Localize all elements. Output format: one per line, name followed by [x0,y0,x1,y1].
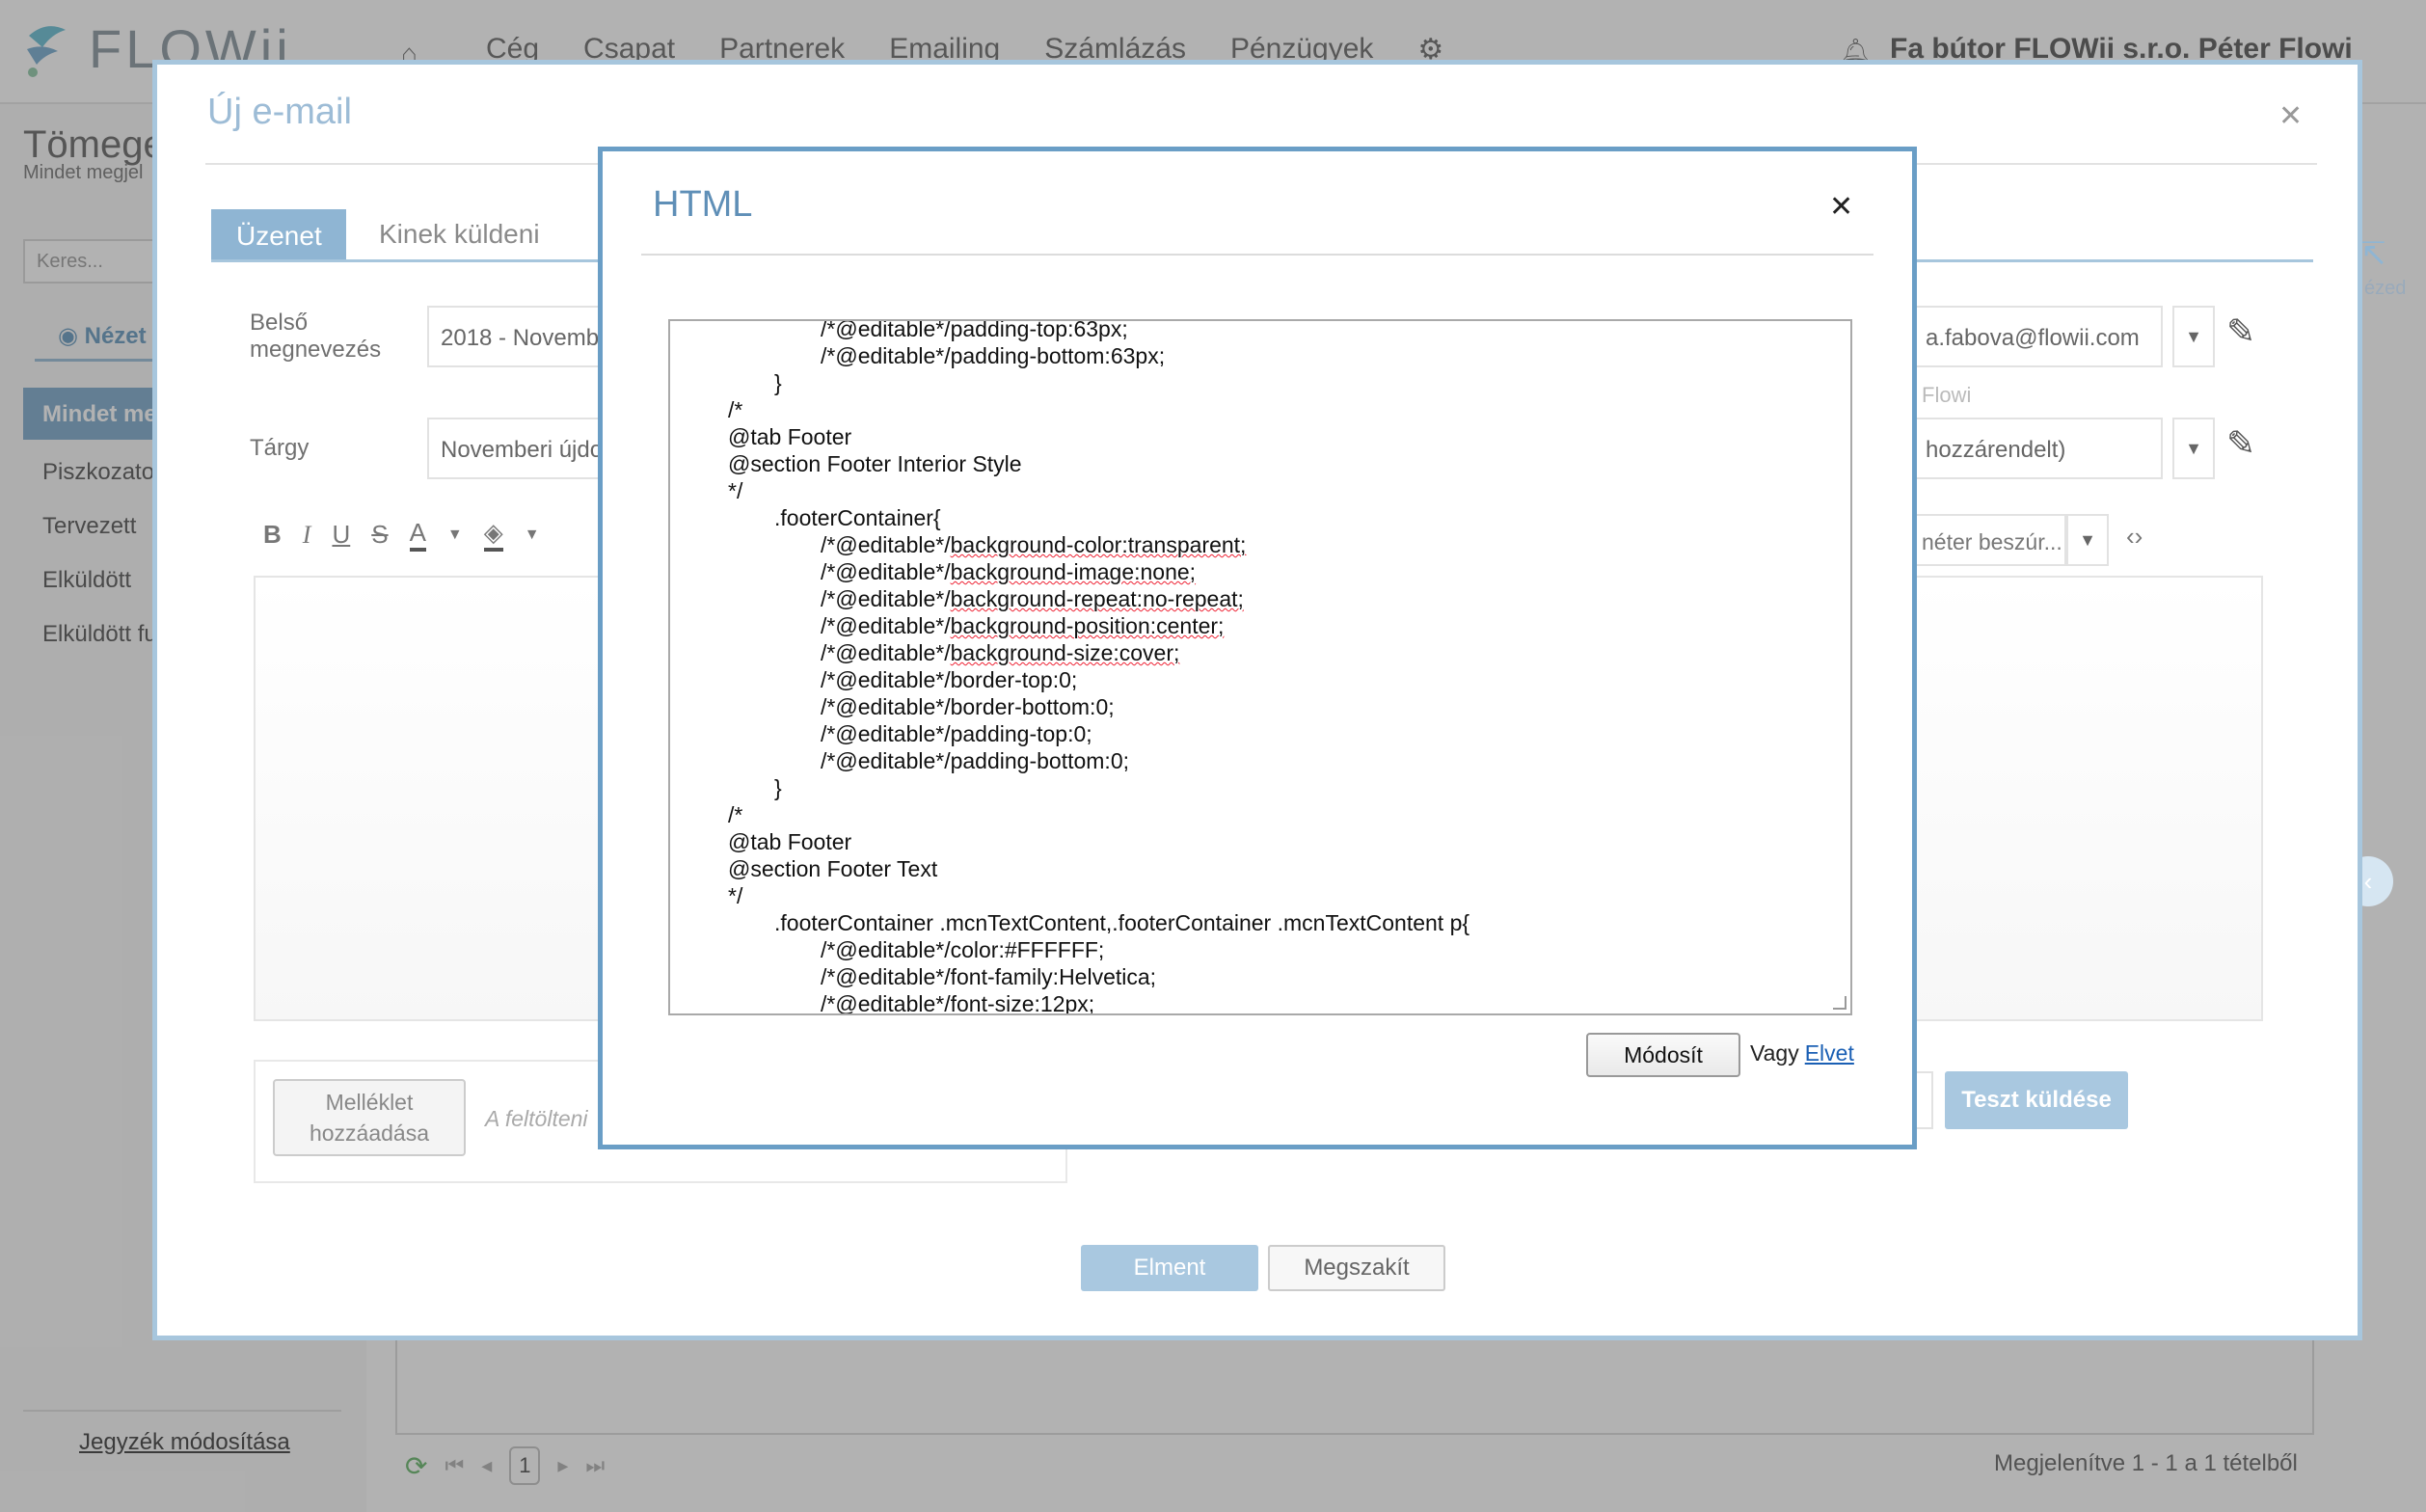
code-line: } [774,370,782,395]
code-line-text: /*@editable*/background-repeat:no-repeat… [821,586,1244,611]
discard-link[interactable]: Elvet [1805,1040,1854,1066]
highlight-icon[interactable]: ◈ [483,518,503,552]
edit-assigned-pencil-icon[interactable]: ✎ [2226,423,2255,464]
text-color-icon[interactable]: A [409,518,426,552]
html-source-modal: HTML ✕ /*@editable*/padding-top:63px;/*@… [598,147,1917,1149]
misspelled-word: background-size:cover; [950,640,1180,665]
code-line: /*@editable*/padding-top:63px; [821,319,1128,341]
code-line: /*@editable*/padding-bottom:63px; [821,343,1166,368]
code-line: @tab Footer [728,424,852,449]
code-line: /* [728,397,743,422]
chevron-down-icon[interactable]: ▼ [2172,418,2215,479]
modal-title: Új e-mail [207,92,352,132]
code-line: /*@editable*/padding-top:0; [821,721,1092,746]
source-code-icon[interactable]: ‹› [2126,522,2143,552]
code-line-text: /*@editable*/background-color:transparen… [821,532,1247,557]
code-line: } [774,775,782,800]
tab-message[interactable]: Üzenet [211,209,346,261]
editor-toolbar: B I U S A ▼ ◈ ▼ [263,518,540,552]
code-line: /*@editable*/font-family:Helvetica; [821,964,1157,989]
close-icon[interactable]: ✕ [2278,99,2303,133]
subject-label: Tárgy [250,435,310,461]
or-text: Vagy [1750,1040,1799,1066]
modify-button[interactable]: Módosít [1586,1033,1740,1077]
edit-sender-pencil-icon[interactable]: ✎ [2226,311,2255,352]
external-link-icon[interactable]: ⇱ [2359,235,2386,274]
code-line: /*@editable*/background-image:none; [670,558,1827,585]
insert-variable-select[interactable]: néter beszúr... [1912,514,2066,566]
code-line: /*@editable*/font-size:12px; [821,991,1095,1015]
sender-name: Flowi [1922,383,1972,407]
code-line: /*@editable*/background-position:center; [670,612,1827,639]
code-line: */ [728,883,743,908]
code-line-text: /*@editable*/background-size:cover; [821,640,1180,665]
code-line: /*@editable*/border-bottom:0; [821,694,1115,719]
html-modal-title: HTML [653,184,753,225]
chevron-down-icon[interactable]: ▼ [2066,514,2109,566]
attachment-hint: A feltölteni [485,1106,588,1131]
internal-name-label: Belső megnevezés [250,310,382,363]
code-line: .footerContainer{ [774,505,941,530]
strikethrough-icon[interactable]: S [371,520,388,550]
misspelled-word: background-repeat:no-repeat; [950,586,1244,611]
save-button[interactable]: Elment [1081,1245,1258,1291]
code-line: /*@editable*/color:#FFFFFF; [821,937,1105,962]
sender-email-select[interactable]: a.fabova@flowii.com [1912,306,2163,367]
cancel-button[interactable]: Megszakít [1268,1245,1445,1291]
or-discard: Vagy Elvet [1750,1040,1854,1066]
underline-icon[interactable]: U [332,520,350,550]
text-color-dropdown-icon[interactable]: ▼ [447,526,463,544]
add-attachment-button[interactable]: Melléklet hozzáadása [273,1079,466,1156]
tab-recipients[interactable]: Kinek küldeni [379,219,540,250]
code-line: .footerContainer .mcnTextContent,.footer… [774,910,1470,935]
misspelled-word: background-color:transparent; [950,532,1247,557]
code-line: /*@editable*/background-size:cover; [670,639,1827,666]
right-view-label[interactable]: ézed [2364,278,2406,300]
highlight-dropdown-icon[interactable]: ▼ [525,526,540,544]
html-source-lines: /*@editable*/padding-top:63px;/*@editabl… [670,319,1827,1015]
code-line: /* [728,802,743,827]
misspelled-word: background-position:center; [950,613,1225,638]
code-line: @section Footer Text [728,856,938,881]
assigned-select[interactable]: hozzárendelt) [1912,418,2163,479]
code-line: */ [728,478,743,503]
misspelled-word: background-image:none; [950,559,1197,584]
bold-icon[interactable]: B [263,520,282,550]
italic-icon[interactable]: I [303,521,311,550]
code-line: @tab Footer [728,829,852,854]
code-line: @section Footer Interior Style [728,451,1022,476]
code-line: /*@editable*/background-color:transparen… [670,531,1827,558]
code-line: /*@editable*/background-repeat:no-repeat… [670,585,1827,612]
html-modal-divider [641,254,1873,256]
code-line-text: /*@editable*/background-position:center; [821,613,1225,638]
resize-handle-icon[interactable] [1833,996,1846,1010]
code-line: /*@editable*/border-top:0; [821,667,1078,692]
code-line: /*@editable*/padding-bottom:0; [821,748,1130,773]
close-icon[interactable]: ✕ [1829,190,1853,224]
chevron-down-icon[interactable]: ▼ [2172,306,2215,367]
code-line-text: /*@editable*/background-image:none; [821,559,1197,584]
send-test-button[interactable]: Teszt küldése [1945,1071,2128,1129]
html-source-textarea[interactable]: /*@editable*/padding-top:63px;/*@editabl… [668,319,1852,1015]
